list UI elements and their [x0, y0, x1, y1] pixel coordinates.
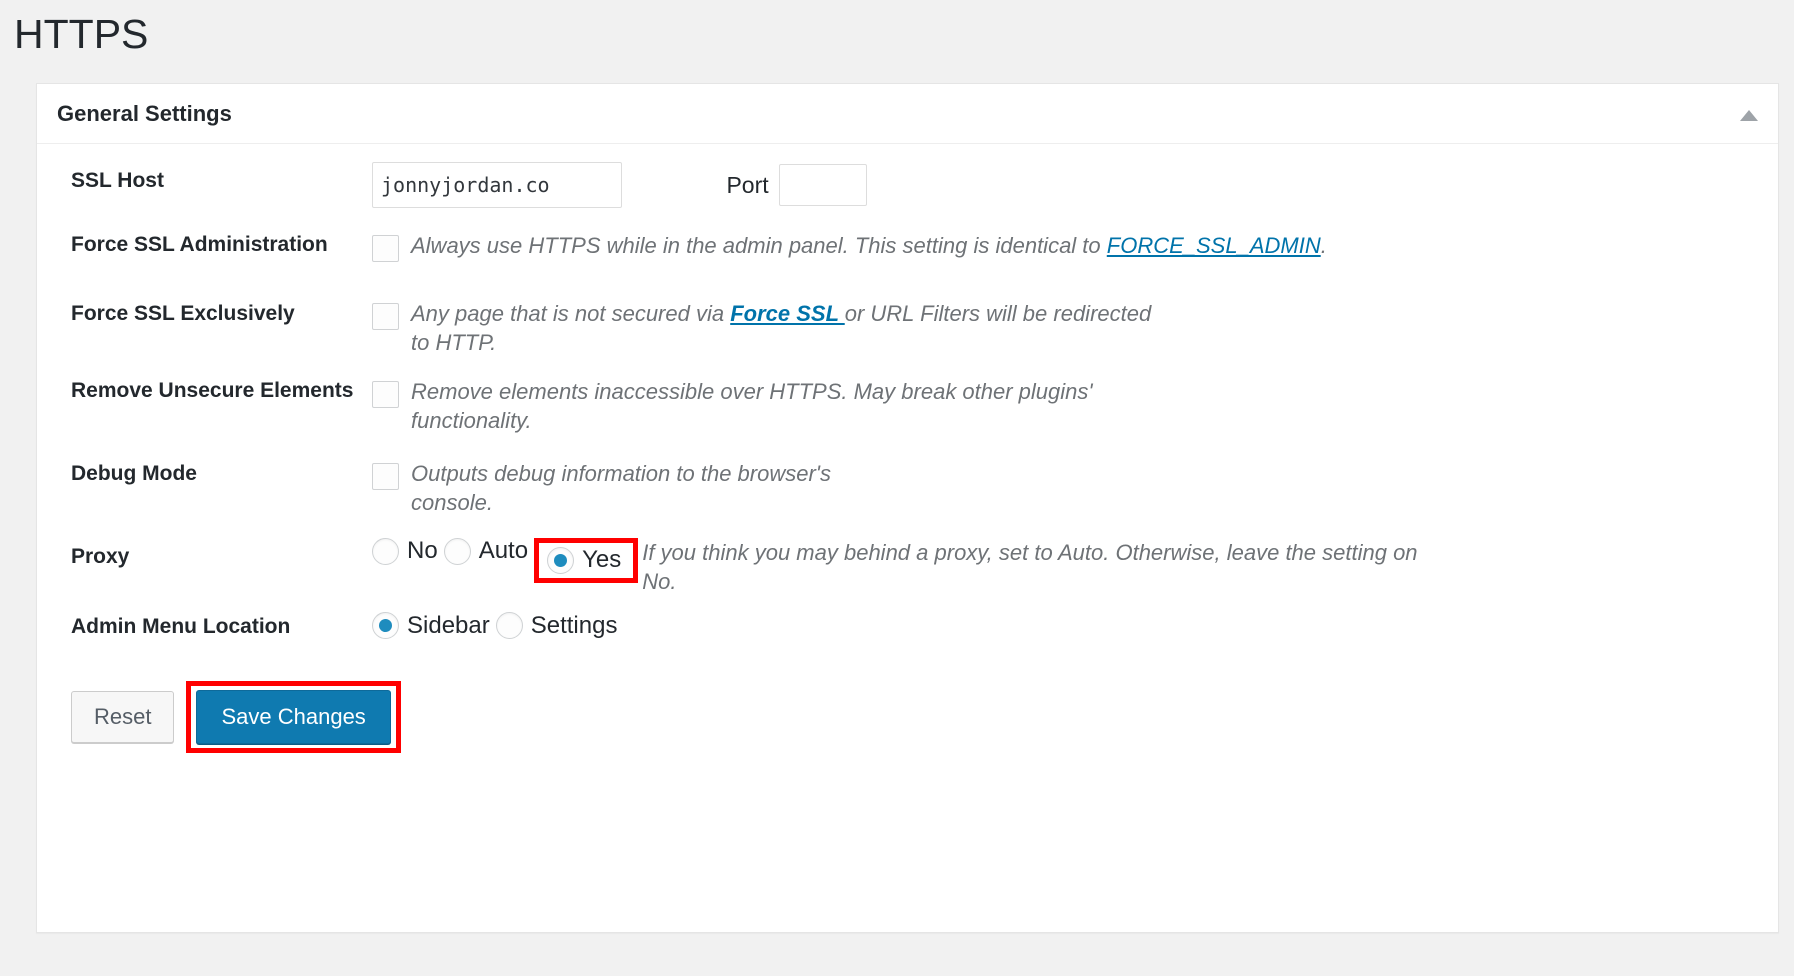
proxy-option-auto[interactable]: Auto — [443, 537, 534, 565]
proxy-radio-no[interactable] — [372, 537, 399, 565]
panel-header: General Settings — [37, 84, 1778, 144]
label-force-ssl-exclusively: Force SSL Exclusively — [71, 301, 295, 325]
chevron-up-icon[interactable] — [1738, 106, 1760, 124]
admin-menu-label-settings: Settings — [530, 611, 618, 639]
proxy-description: If you think you may behind a proxy, set… — [642, 539, 1418, 594]
force-ssl-exclusively-description: Any page that is not secured via Force S… — [411, 299, 1171, 357]
row-proxy: Proxy No Auto Yes If you think you may b… — [37, 521, 1778, 600]
settings-form-table: SSL Host Port Force SSL Administration — [37, 144, 1778, 663]
save-button-highlight: Save Changes — [186, 680, 401, 753]
cell-ssl-host: Port — [372, 144, 1778, 217]
panel-body: SSL Host Port Force SSL Administration — [37, 144, 1778, 753]
row-remove-unsecure-elements: Remove Unsecure Elements Remove elements… — [37, 361, 1778, 439]
label-admin-menu-location: Admin Menu Location — [71, 615, 291, 638]
remove-unsecure-elements-checkbox[interactable] — [372, 380, 399, 408]
force-ssl-admin-link[interactable]: FORCE_SSL_ADMIN — [1107, 233, 1321, 258]
remove-unsecure-elements-description: Remove elements inaccessible over HTTPS.… — [411, 378, 1093, 433]
debug-mode-description: Outputs debug information to the browser… — [411, 460, 831, 515]
cell-admin-menu-location: Sidebar Settings — [372, 600, 1778, 663]
label-port: Port — [726, 171, 769, 198]
desc-text-before: Always use HTTPS while in the admin pane… — [411, 232, 1107, 258]
desc-text-before: Any page that is not secured via — [411, 300, 731, 326]
label-ssl-host: SSL Host — [71, 169, 164, 192]
row-force-ssl-administration: Force SSL Administration Always use HTTP… — [37, 217, 1778, 281]
cell-force-ssl-exclusively: Any page that is not secured via Force S… — [372, 281, 1778, 361]
admin-menu-option-sidebar[interactable]: Sidebar — [372, 612, 496, 639]
port-input[interactable] — [779, 164, 868, 206]
cell-debug-mode: Outputs debug information to the browser… — [372, 439, 1778, 521]
panel-title: General Settings — [57, 101, 232, 126]
label-force-ssl-administration: Force SSL Administration — [71, 232, 328, 256]
page-title: HTTPS — [14, 11, 149, 57]
cell-force-ssl-administration: Always use HTTPS while in the admin pane… — [372, 217, 1778, 281]
reset-button[interactable]: Reset — [71, 690, 175, 743]
debug-mode-checkbox[interactable] — [372, 462, 399, 490]
row-force-ssl-exclusively: Force SSL Exclusively Any page that is n… — [37, 281, 1778, 361]
force-ssl-link[interactable]: Force SSL — [730, 301, 845, 326]
submit-bar: Reset Save Changes — [37, 663, 1778, 753]
save-changes-button[interactable]: Save Changes — [196, 689, 391, 744]
proxy-label-yes: Yes — [582, 546, 622, 574]
page-root: HTTPS General Settings SSL Host Port — [0, 0, 1794, 976]
proxy-yes-highlight: Yes — [534, 537, 639, 583]
row-ssl-host: SSL Host Port — [37, 144, 1778, 217]
admin-menu-radio-settings[interactable] — [495, 612, 523, 639]
desc-text-after: . — [1320, 232, 1327, 258]
general-settings-panel: General Settings SSL Host Port — [36, 83, 1779, 933]
admin-menu-option-settings[interactable]: Settings — [495, 611, 624, 639]
cell-proxy: No Auto Yes If you think you may behind … — [372, 521, 1778, 600]
admin-menu-radio-sidebar[interactable] — [372, 612, 399, 639]
admin-menu-label-sidebar: Sidebar — [407, 611, 490, 639]
force-ssl-admin-description: Always use HTTPS while in the admin pane… — [411, 231, 1327, 260]
proxy-option-no[interactable]: No — [372, 537, 444, 565]
cell-remove-unsecure-elements: Remove elements inaccessible over HTTPS.… — [372, 361, 1778, 439]
label-proxy: Proxy — [71, 544, 130, 568]
proxy-label-auto: Auto — [478, 537, 529, 565]
proxy-radio-auto[interactable] — [443, 537, 471, 565]
force-ssl-exclusively-checkbox[interactable] — [372, 302, 399, 330]
proxy-radio-yes[interactable] — [547, 546, 575, 574]
label-debug-mode: Debug Mode — [71, 461, 197, 485]
row-debug-mode: Debug Mode Outputs debug information to … — [37, 439, 1778, 521]
port-field-group: Port — [726, 164, 868, 206]
proxy-label-no: No — [407, 537, 438, 565]
ssl-host-input[interactable] — [372, 162, 622, 208]
row-admin-menu-location: Admin Menu Location Sidebar Settings — [37, 600, 1778, 663]
force-ssl-admin-checkbox[interactable] — [372, 234, 399, 262]
label-remove-unsecure-elements: Remove Unsecure Elements — [71, 378, 354, 402]
